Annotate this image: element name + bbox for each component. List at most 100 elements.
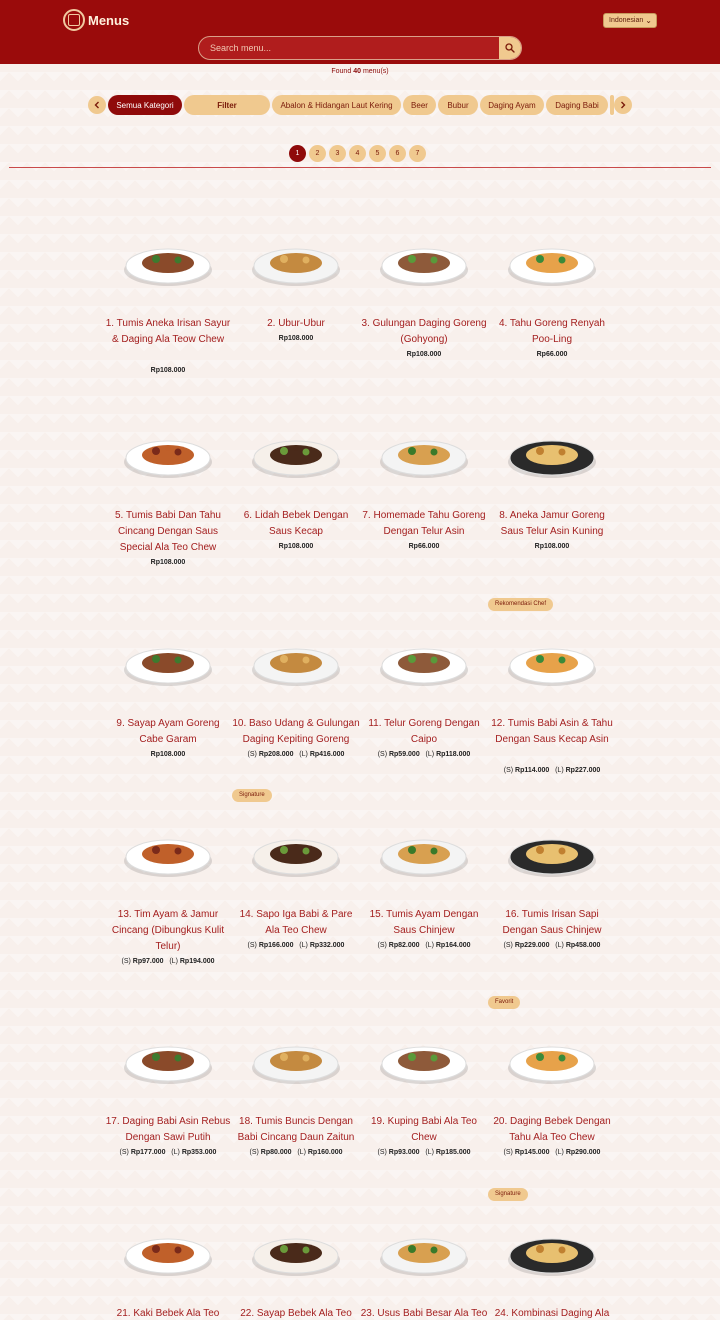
brand-title[interactable]: Menus bbox=[88, 13, 129, 28]
price-value: Rp108.000 bbox=[406, 351, 442, 358]
menu-card[interactable]: 16. Tumis Irisan Sapi Dengan Saus Chinje… bbox=[488, 795, 616, 985]
menu-card[interactable]: 17. Daging Babi Asin Rebus Dengan Sawi P… bbox=[104, 1002, 232, 1192]
dish-image[interactable] bbox=[246, 1024, 346, 1094]
dish-image[interactable] bbox=[502, 626, 602, 696]
dish-name[interactable]: 18. Tumis Buncis Dengan Babi Cincang Dau… bbox=[232, 1114, 360, 1146]
page-6-button[interactable]: 6 bbox=[389, 145, 406, 162]
dish-image[interactable] bbox=[246, 817, 346, 887]
dish-image[interactable] bbox=[246, 418, 346, 488]
dish-image[interactable] bbox=[374, 817, 474, 887]
dish-name[interactable]: 24. Kombinasi Daging Ala bbox=[488, 1306, 616, 1320]
dish-name[interactable]: 7. Homemade Tahu Goreng Dengan Telur Asi… bbox=[360, 508, 488, 540]
menu-card[interactable]: 21. Kaki Bebek Ala Teo Chew bbox=[104, 1194, 232, 1320]
menu-card[interactable]: 19. Kuping Babi Ala Teo Chew (S) Rp93.000… bbox=[360, 1002, 488, 1192]
menu-card[interactable]: Signature 24. Kombinasi Daging Ala bbox=[488, 1188, 616, 1320]
dish-image[interactable] bbox=[502, 1024, 602, 1094]
dish-name[interactable]: 4. Tahu Goreng Renyah Poo-Ling bbox=[488, 316, 616, 348]
category-bubur[interactable]: Bubur bbox=[438, 95, 478, 115]
menu-card[interactable]: 13. Tim Ayam & Jamur Cincang (Dibungkus … bbox=[104, 795, 232, 985]
menu-card[interactable]: 2. Ubur-Ubur Rp108.000 bbox=[232, 204, 360, 394]
price-small: Rp114.000 bbox=[515, 767, 550, 774]
dish-name[interactable]: 15. Tumis Ayam Dengan Saus Chinjew bbox=[360, 907, 488, 939]
filter-button[interactable]: Filter bbox=[184, 95, 270, 115]
dish-image[interactable] bbox=[118, 817, 218, 887]
page-2-button[interactable]: 2 bbox=[309, 145, 326, 162]
dish-name[interactable]: 22. Sayap Bebek Ala Teo bbox=[232, 1306, 360, 1320]
dish-price: (S) Rp114.000 (L) Rp227.000 bbox=[503, 767, 601, 774]
category-daging-babi[interactable]: Daging Babi bbox=[546, 95, 608, 115]
category-daging-ayam[interactable]: Daging Ayam bbox=[480, 95, 544, 115]
dish-image[interactable] bbox=[118, 226, 218, 296]
dish-name[interactable]: 17. Daging Babi Asin Rebus Dengan Sawi P… bbox=[104, 1114, 232, 1146]
dish-name[interactable]: 19. Kuping Babi Ala Teo Chew bbox=[360, 1114, 488, 1146]
page-5-button[interactable]: 5 bbox=[369, 145, 386, 162]
category-all[interactable]: Semua Kategori bbox=[108, 95, 182, 115]
dish-name[interactable]: 3. Gulungan Daging Goreng (Gohyong) bbox=[360, 316, 488, 348]
menu-badge: Signature bbox=[488, 1188, 528, 1201]
dish-name[interactable]: 23. Usus Babi Besar Ala Teo bbox=[360, 1306, 488, 1320]
dish-image[interactable] bbox=[374, 1024, 474, 1094]
restaurant-logo[interactable] bbox=[63, 9, 85, 31]
menu-card[interactable]: 1. Tumis Aneka Irisan Sayur & Daging Ala… bbox=[104, 204, 232, 394]
dish-name[interactable]: 13. Tim Ayam & Jamur Cincang (Dibungkus … bbox=[104, 907, 232, 955]
dish-name[interactable]: 12. Tumis Babi Asin & Tahu Dengan Saus K… bbox=[488, 716, 616, 748]
dish-image[interactable] bbox=[246, 1216, 346, 1286]
menu-card[interactable]: 3. Gulungan Daging Goreng (Gohyong) Rp108… bbox=[360, 204, 488, 394]
dish-name[interactable]: 6. Lidah Bebek Dengan Saus Kecap bbox=[232, 508, 360, 540]
dish-name[interactable]: 20. Daging Bebek Dengan Tahu Ala Teo Che… bbox=[488, 1114, 616, 1146]
dish-name[interactable]: 16. Tumis Irisan Sapi Dengan Saus Chinje… bbox=[488, 907, 616, 939]
menu-card[interactable]: Rekomendasi Chef 12. Tumis Babi Asin & Ta… bbox=[488, 598, 616, 794]
page-1-button[interactable]: 1 bbox=[289, 145, 306, 162]
page-7-button[interactable]: 7 bbox=[409, 145, 426, 162]
menu-card[interactable]: 23. Usus Babi Besar Ala Teo bbox=[360, 1194, 488, 1320]
category-next-button[interactable] bbox=[614, 96, 632, 114]
category-beer[interactable]: Beer bbox=[403, 95, 436, 115]
dish-name[interactable]: 11. Telur Goreng Dengan Caipo bbox=[360, 716, 488, 748]
dish-name[interactable]: 1. Tumis Aneka Irisan Sayur & Daging Ala… bbox=[104, 316, 232, 348]
dish-image[interactable] bbox=[374, 626, 474, 696]
dish-image[interactable] bbox=[374, 1216, 474, 1286]
language-select[interactable]: Indonesian ⌄ bbox=[603, 13, 657, 28]
menu-card[interactable]: 11. Telur Goreng Dengan Caipo (S) Rp59.00… bbox=[360, 604, 488, 794]
dish-name[interactable]: 10. Baso Udang & Gulungan Daging Kepitin… bbox=[232, 716, 360, 748]
menu-card[interactable]: 22. Sayap Bebek Ala Teo bbox=[232, 1194, 360, 1320]
menu-card[interactable]: 18. Tumis Buncis Dengan Babi Cincang Dau… bbox=[232, 1002, 360, 1192]
menu-card[interactable]: 15. Tumis Ayam Dengan Saus Chinjew (S) Rp… bbox=[360, 795, 488, 985]
dish-image[interactable] bbox=[118, 1024, 218, 1094]
search-bar bbox=[198, 36, 522, 60]
chevron-right-icon bbox=[621, 101, 626, 109]
dish-image[interactable] bbox=[118, 418, 218, 488]
dish-image[interactable] bbox=[502, 226, 602, 296]
menu-card[interactable]: 8. Aneka Jamur Goreng Saus Telur Asin Ku… bbox=[488, 396, 616, 586]
dish-name[interactable]: 5. Tumis Babi Dan Tahu Cincang Dengan Sa… bbox=[104, 508, 232, 556]
dish-name[interactable]: 2. Ubur-Ubur bbox=[232, 316, 360, 332]
dish-name[interactable]: 8. Aneka Jamur Goreng Saus Telur Asin Ku… bbox=[488, 508, 616, 540]
menu-card[interactable]: 7. Homemade Tahu Goreng Dengan Telur Asi… bbox=[360, 396, 488, 586]
dish-image[interactable] bbox=[502, 1216, 602, 1286]
page-3-button[interactable]: 3 bbox=[329, 145, 346, 162]
dish-image[interactable] bbox=[246, 626, 346, 696]
search-input[interactable] bbox=[199, 37, 501, 59]
dish-name[interactable]: 9. Sayap Ayam Goreng Cabe Garam bbox=[104, 716, 232, 748]
menu-card[interactable]: 10. Baso Udang & Gulungan Daging Kepitin… bbox=[232, 604, 360, 794]
category-prev-button[interactable] bbox=[88, 96, 106, 114]
menu-card[interactable]: Favorit 20. Daging Bebek Dengan Tahu Ala … bbox=[488, 996, 616, 1192]
menu-card[interactable]: Signature 14. Sapo Iga Babi & Pare Ala Te… bbox=[232, 789, 360, 985]
menu-card[interactable]: 4. Tahu Goreng Renyah Poo-Ling Rp66.000 bbox=[488, 204, 616, 394]
dish-name[interactable]: 14. Sapo Iga Babi & Pare Ala Teo Chew bbox=[232, 907, 360, 939]
results-prefix: Found bbox=[331, 68, 352, 75]
menu-card[interactable]: 6. Lidah Bebek Dengan Saus Kecap Rp108.00… bbox=[232, 396, 360, 586]
dish-image[interactable] bbox=[118, 626, 218, 696]
page-4-button[interactable]: 4 bbox=[349, 145, 366, 162]
menu-card[interactable]: 9. Sayap Ayam Goreng Cabe Garam Rp108.000 bbox=[104, 604, 232, 794]
dish-image[interactable] bbox=[246, 226, 346, 296]
dish-image[interactable] bbox=[502, 817, 602, 887]
category-abalon[interactable]: Abalon & Hidangan Laut Kering bbox=[272, 95, 401, 115]
dish-name[interactable]: 21. Kaki Bebek Ala Teo Chew bbox=[104, 1306, 232, 1320]
dish-image[interactable] bbox=[374, 226, 474, 296]
search-button[interactable] bbox=[499, 37, 521, 59]
dish-image[interactable] bbox=[118, 1216, 218, 1286]
menu-card[interactable]: 5. Tumis Babi Dan Tahu Cincang Dengan Sa… bbox=[104, 396, 232, 586]
dish-image[interactable] bbox=[502, 418, 602, 488]
dish-image[interactable] bbox=[374, 418, 474, 488]
